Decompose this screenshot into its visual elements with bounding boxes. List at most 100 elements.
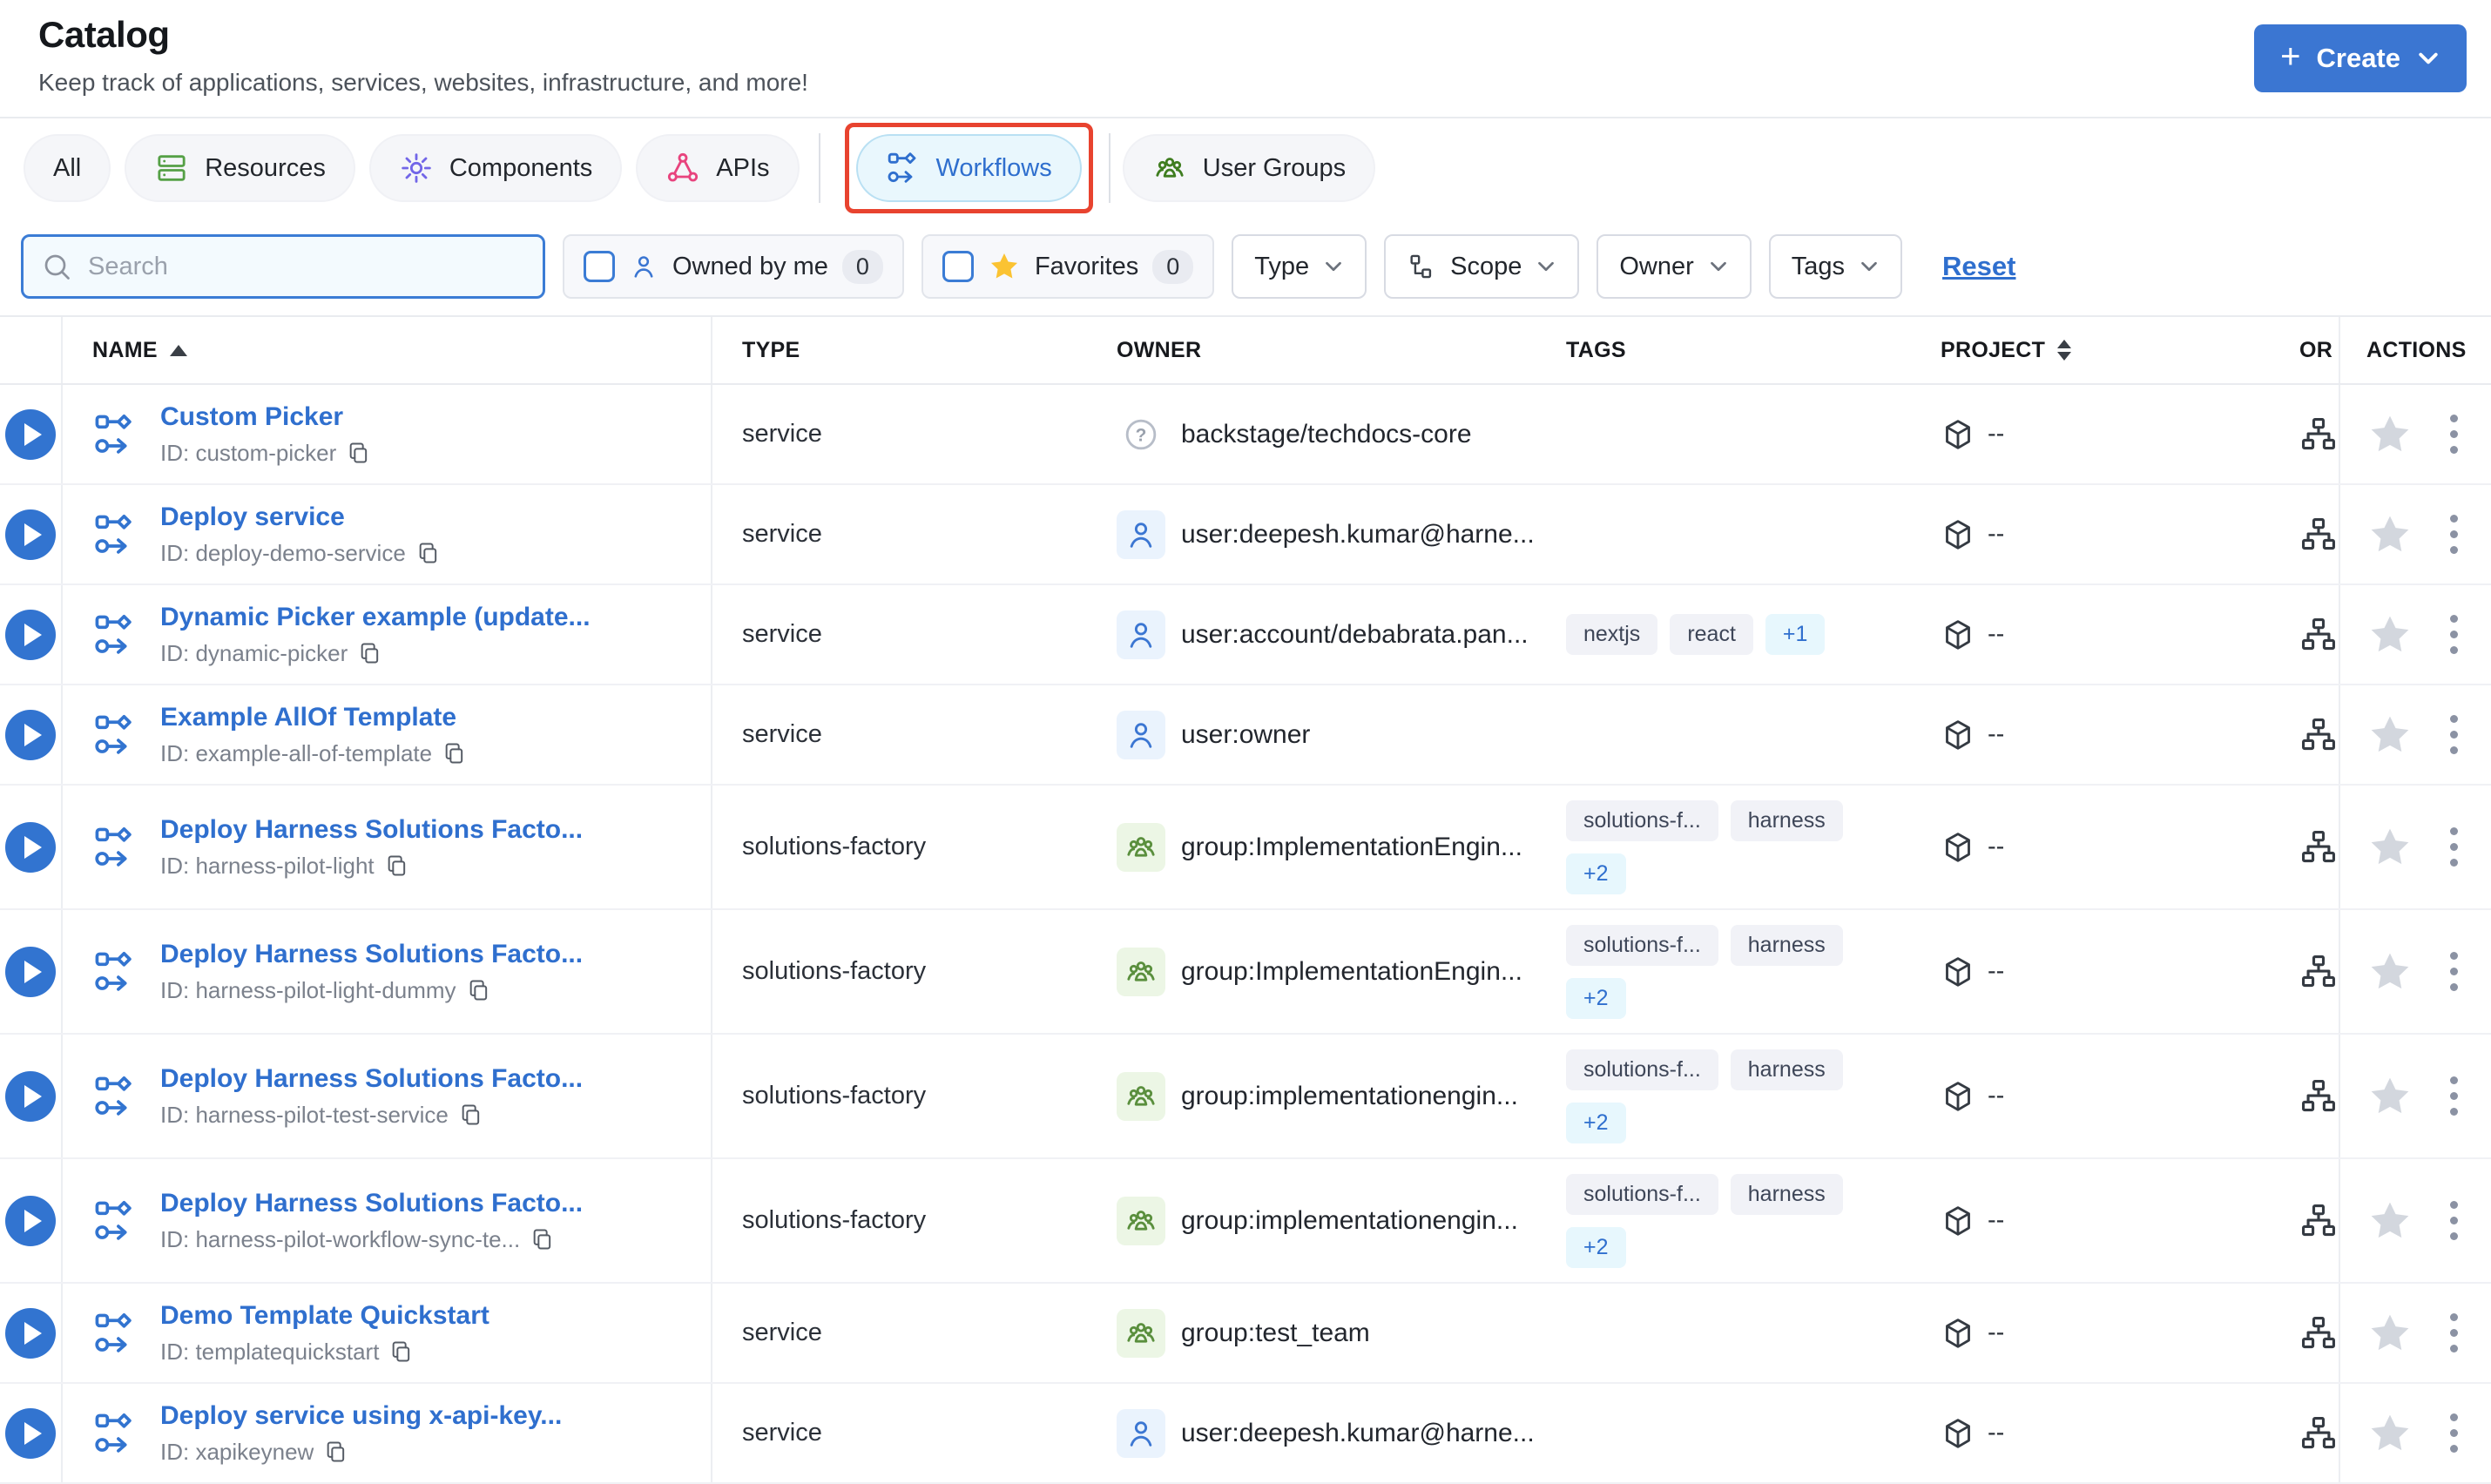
tab-apis[interactable]: APIs [636, 134, 800, 202]
favorites-filter[interactable]: Favorites 0 [921, 234, 1215, 299]
execute-workflow-button[interactable] [5, 509, 56, 560]
execute-workflow-button[interactable] [5, 1070, 56, 1122]
entity-name-link[interactable]: Deploy Harness Solutions Facto... [160, 815, 583, 845]
kebab-menu-button[interactable] [2450, 827, 2458, 867]
star-icon [988, 250, 1021, 283]
scope-dropdown[interactable]: Scope [1384, 234, 1580, 299]
org-hierarchy-button[interactable] [2299, 1077, 2338, 1116]
org-chart-icon [2299, 716, 2338, 754]
favorite-star-button[interactable] [2366, 1197, 2413, 1245]
reset-filters-link[interactable]: Reset [1942, 251, 2015, 282]
tag-pill[interactable]: harness [1730, 924, 1843, 966]
org-hierarchy-button[interactable] [2299, 1202, 2338, 1240]
favorite-star-button[interactable] [2366, 948, 2413, 995]
org-hierarchy-button[interactable] [2299, 616, 2338, 654]
execute-workflow-button[interactable] [5, 946, 56, 997]
entity-name-link[interactable]: Deploy Harness Solutions Facto... [160, 1064, 583, 1094]
execute-workflow-button[interactable] [5, 1407, 56, 1459]
execute-workflow-button[interactable] [5, 609, 56, 660]
kebab-menu-button[interactable] [2450, 1076, 2458, 1116]
entity-name-link[interactable]: Dynamic Picker example (update... [160, 603, 591, 632]
tab-components[interactable]: Components [368, 134, 623, 202]
kebab-menu-button[interactable] [2450, 1413, 2458, 1453]
favorites-checkbox[interactable] [942, 251, 974, 282]
execute-workflow-button[interactable] [5, 709, 56, 760]
org-hierarchy-button[interactable] [2299, 953, 2338, 991]
entity-name-link[interactable]: Custom Picker [160, 402, 371, 432]
copy-id-button[interactable] [358, 641, 382, 665]
type-dropdown[interactable]: Type [1232, 234, 1367, 299]
org-hierarchy-button[interactable] [2299, 828, 2338, 867]
entity-name-link[interactable]: Deploy service [160, 503, 441, 532]
kebab-menu-button[interactable] [2450, 1313, 2458, 1352]
tag-pill[interactable]: harness [1730, 799, 1843, 841]
org-hierarchy-button[interactable] [2299, 1414, 2338, 1453]
more-tags-pill[interactable]: +2 [1566, 1102, 1626, 1143]
plus-icon: + [2280, 37, 2301, 76]
tag-pill[interactable]: harness [1730, 1173, 1843, 1215]
org-hierarchy-button[interactable] [2299, 1314, 2338, 1352]
tab-user-groups[interactable]: User Groups [1122, 134, 1376, 202]
org-chart-icon [2299, 1202, 2338, 1240]
tag-pill[interactable]: solutions-f... [1566, 799, 1718, 841]
tags-dropdown[interactable]: Tags [1768, 234, 1903, 299]
entity-name-link[interactable]: Deploy service using x-api-key... [160, 1401, 562, 1431]
copy-id-button[interactable] [530, 1227, 555, 1251]
favorite-star-button[interactable] [2366, 511, 2413, 558]
favorite-star-button[interactable] [2366, 1310, 2413, 1357]
owned-by-me-filter[interactable]: Owned by me 0 [563, 234, 904, 299]
copy-id-button[interactable] [459, 1103, 483, 1127]
tab-all[interactable]: All [24, 134, 111, 202]
search-input[interactable] [86, 251, 525, 282]
copy-id-button[interactable] [385, 853, 409, 878]
favorite-star-button[interactable] [2366, 411, 2413, 458]
entity-name-link[interactable]: Example AllOf Template [160, 703, 467, 732]
column-header-name[interactable]: NAME [63, 317, 712, 383]
execute-workflow-button[interactable] [5, 408, 56, 460]
tag-pill[interactable]: nextjs [1566, 614, 1658, 655]
copy-id-button[interactable] [416, 541, 441, 565]
more-tags-pill[interactable]: +2 [1566, 1226, 1626, 1268]
tag-pill[interactable]: solutions-f... [1566, 1049, 1718, 1090]
org-hierarchy-button[interactable] [2299, 716, 2338, 754]
tab-workflows[interactable]: Workflows [855, 134, 1082, 202]
favorite-star-button[interactable] [2366, 611, 2413, 658]
favorite-star-button[interactable] [2366, 824, 2413, 871]
tag-pill[interactable]: harness [1730, 1049, 1843, 1090]
favorite-star-button[interactable] [2366, 1073, 2413, 1120]
favorite-star-button[interactable] [2366, 712, 2413, 759]
create-button[interactable]: + Create [2254, 24, 2467, 92]
entity-id: ID: harness-pilot-workflow-sync-te... [160, 1226, 583, 1253]
tab-resources[interactable]: Resources [125, 134, 355, 202]
tag-pill[interactable]: react [1670, 614, 1753, 655]
copy-id-button[interactable] [467, 978, 491, 1002]
kebab-menu-button[interactable] [2450, 515, 2458, 554]
copy-id-button[interactable] [442, 741, 467, 766]
kebab-menu-button[interactable] [2450, 1201, 2458, 1240]
kebab-menu-button[interactable] [2450, 715, 2458, 754]
copy-id-button[interactable] [324, 1440, 348, 1464]
copy-id-button[interactable] [389, 1339, 414, 1364]
kebab-menu-button[interactable] [2450, 615, 2458, 654]
more-tags-pill[interactable]: +1 [1765, 614, 1826, 655]
owned-by-me-checkbox[interactable] [584, 251, 615, 282]
kebab-menu-button[interactable] [2450, 952, 2458, 991]
tag-pill[interactable]: solutions-f... [1566, 924, 1718, 966]
owner-dropdown[interactable]: Owner [1597, 234, 1752, 299]
favorite-star-button[interactable] [2366, 1410, 2413, 1457]
execute-workflow-button[interactable] [5, 821, 56, 873]
org-hierarchy-button[interactable] [2299, 516, 2338, 554]
more-tags-pill[interactable]: +2 [1566, 977, 1626, 1019]
more-tags-pill[interactable]: +2 [1566, 853, 1626, 894]
entity-name-link[interactable]: Deploy Harness Solutions Facto... [160, 940, 583, 969]
kebab-menu-button[interactable] [2450, 415, 2458, 454]
entity-name-link[interactable]: Deploy Harness Solutions Facto... [160, 1189, 583, 1218]
copy-id-button[interactable] [347, 441, 371, 465]
execute-workflow-button[interactable] [5, 1307, 56, 1359]
org-hierarchy-button[interactable] [2299, 415, 2338, 454]
row-project-cell: -- [1927, 417, 2296, 452]
column-header-project[interactable]: PROJECT [1927, 317, 2296, 383]
tag-pill[interactable]: solutions-f... [1566, 1173, 1718, 1215]
execute-workflow-button[interactable] [5, 1195, 56, 1246]
entity-name-link[interactable]: Demo Template Quickstart [160, 1301, 489, 1331]
